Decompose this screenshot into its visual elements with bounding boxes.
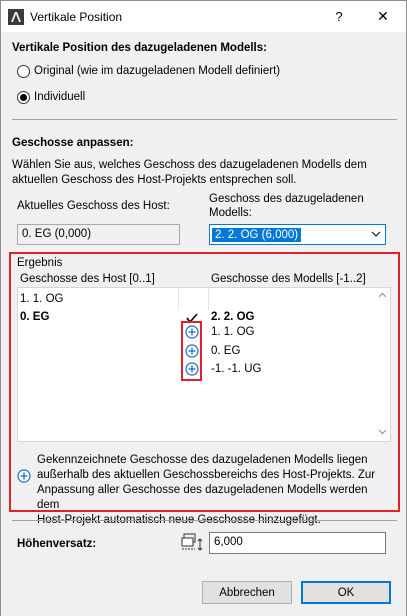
floors-description-line1: Wählen Sie aus, welches Geschoss des daz… bbox=[12, 159, 367, 171]
host-floor-label: Aktuelles Geschoss des Host: bbox=[17, 200, 170, 212]
plus-circle-icon bbox=[185, 325, 199, 339]
model-row: 2. 2. OG bbox=[211, 311, 255, 323]
column-divider bbox=[208, 288, 209, 310]
model-floor-label-line1: Geschoss des dazugeladenen bbox=[209, 193, 364, 205]
note-line: außerhalb des aktuellen Geschossbereichs… bbox=[37, 469, 376, 481]
position-heading: Vertikale Position des dazugeladenen Mod… bbox=[12, 42, 267, 54]
cancel-button[interactable]: Abbrechen bbox=[202, 581, 292, 604]
dialog-window: Vertikale Position ? ✕ Vertikale Positio… bbox=[0, 0, 407, 616]
result-list[interactable] bbox=[17, 287, 391, 442]
radio-original[interactable] bbox=[17, 65, 30, 78]
separator bbox=[12, 520, 397, 521]
radio-custom[interactable] bbox=[17, 91, 30, 104]
window-title: Vertikale Position bbox=[30, 10, 123, 24]
help-button[interactable]: ? bbox=[316, 1, 362, 32]
floors-heading: Geschosse anpassen: bbox=[12, 137, 134, 149]
model-floor-select[interactable]: 2. 2. OG (6,000) bbox=[209, 224, 386, 245]
height-offset-input[interactable]: 6,000 bbox=[209, 532, 386, 554]
host-row: 0. EG bbox=[20, 311, 50, 323]
host-floor-field: 0. EG (0,000) bbox=[17, 224, 180, 245]
out-of-range-note: Gekennzeichnete Geschosse des dazugelade… bbox=[37, 453, 393, 528]
plus-circle-icon bbox=[185, 362, 199, 376]
close-button[interactable]: ✕ bbox=[360, 1, 406, 32]
result-heading: Ergebnis bbox=[17, 257, 63, 269]
host-row: 1. 1. OG bbox=[20, 293, 64, 305]
scroll-down-icon[interactable] bbox=[378, 429, 387, 435]
column-header-model[interactable]: Geschosse des Modells [-1..2] bbox=[211, 273, 366, 285]
elevation-offset-icon bbox=[181, 533, 203, 551]
model-row: -1. -1. UG bbox=[211, 363, 262, 375]
plus-circle-icon bbox=[17, 469, 31, 483]
scroll-up-icon[interactable] bbox=[378, 292, 387, 298]
model-floor-label-line2: Modells: bbox=[209, 207, 252, 219]
floors-description-line2: aktuellen Geschoss des Host-Projekts ent… bbox=[12, 174, 297, 186]
archicad-app-icon bbox=[8, 9, 24, 25]
separator bbox=[12, 119, 397, 120]
radio-original-label[interactable]: Original (wie im dazugeladenen Modell de… bbox=[34, 65, 280, 77]
note-line: Anpassung aller Geschosse des dazugelade… bbox=[37, 484, 368, 511]
column-header-host[interactable]: Geschosse des Host [0..1] bbox=[20, 273, 155, 285]
note-line: Gekennzeichnete Geschosse des dazugelade… bbox=[37, 454, 368, 466]
chevron-down-icon[interactable] bbox=[371, 230, 381, 238]
title-bar[interactable]: Vertikale Position ? ✕ bbox=[1, 1, 406, 32]
model-row: 0. EG bbox=[211, 345, 241, 357]
plus-circle-icon bbox=[185, 344, 199, 358]
radio-custom-label[interactable]: Individuell bbox=[34, 91, 85, 103]
column-divider bbox=[178, 288, 179, 310]
height-offset-label: Höhenversatz: bbox=[17, 538, 97, 550]
ok-button[interactable]: OK bbox=[301, 581, 391, 604]
model-floor-selected-value: 2. 2. OG (6,000) bbox=[212, 227, 302, 242]
model-row: 1. 1. OG bbox=[211, 326, 255, 338]
